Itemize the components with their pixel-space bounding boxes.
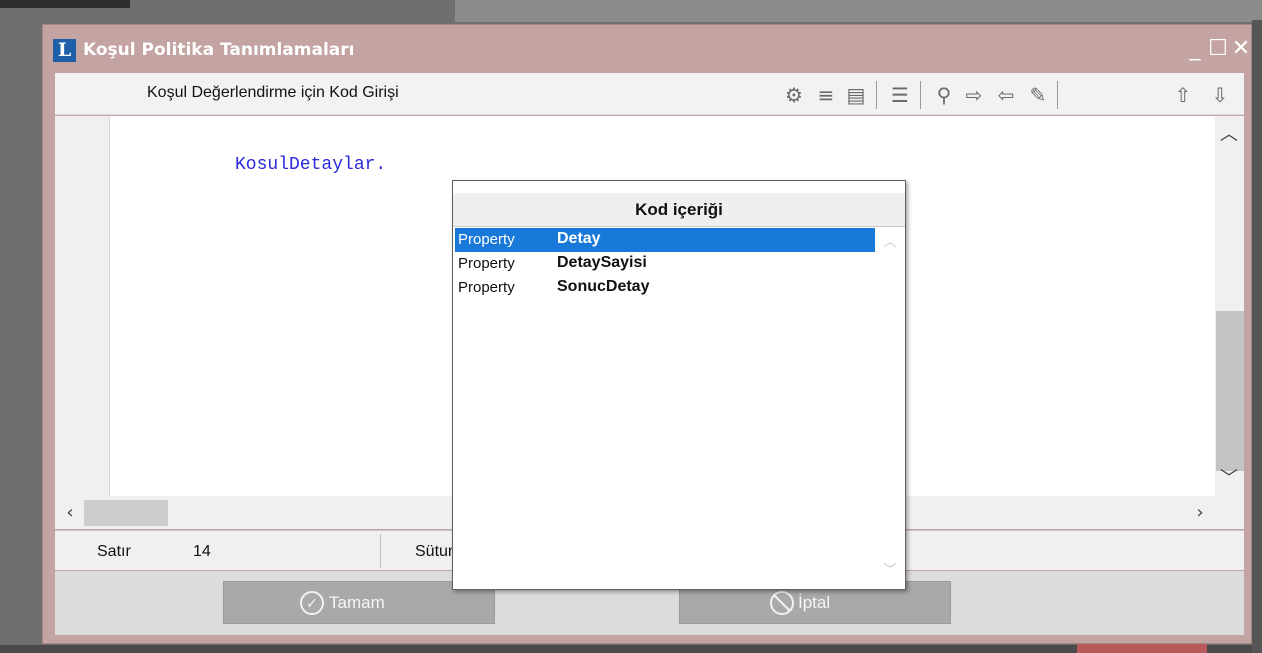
cancel-button-label: İptal <box>798 593 831 612</box>
edit-icon[interactable]: ✎ <box>1025 82 1051 108</box>
background-right-edge <box>1252 20 1262 653</box>
title-bar[interactable]: L Koşul Politika Tanımlamaları _ ☐ ✕ <box>43 25 1251 73</box>
layout-icon[interactable]: ☰ <box>887 82 913 108</box>
completion-kind: Property <box>458 255 515 272</box>
previous-icon[interactable]: ⇦ <box>993 82 1019 108</box>
status-divider <box>380 534 381 568</box>
scroll-left-icon[interactable]: ‹ <box>59 502 81 524</box>
popup-scroll-up-icon[interactable]: ︿ <box>881 234 899 252</box>
popup-title: Kod içeriği <box>453 193 905 227</box>
next-icon[interactable]: ⇨ <box>961 82 987 108</box>
row-label: Satır <box>97 543 131 560</box>
editor-header: Koşul Değerlendirme için Kod Girişi ⚙ ≡ … <box>55 73 1244 115</box>
completion-item[interactable]: Property DetaySayisi <box>455 252 875 276</box>
check-circle-icon: ✓ <box>300 591 324 615</box>
toolbar-separator <box>1057 81 1058 109</box>
search-icon[interactable]: ⚲ <box>931 82 957 108</box>
completion-name: SonucDetay <box>557 278 650 295</box>
completion-kind: Property <box>458 231 515 248</box>
completion-kind: Property <box>458 279 515 296</box>
download-icon[interactable]: ⇩ <box>1207 82 1233 108</box>
column-label: Sütun <box>415 543 457 560</box>
completion-name: DetaySayisi <box>557 254 647 271</box>
completion-list: Property Detay Property DetaySayisi Prop… <box>455 228 875 300</box>
background-window-edge <box>0 0 130 8</box>
background-taskbar-edge <box>0 645 1262 653</box>
ok-button-label: Tamam <box>329 593 385 612</box>
background-window-strip <box>455 0 1262 22</box>
list-icon[interactable]: ≡ <box>813 82 839 108</box>
code-completion-popup: Kod içeriği Property Detay Property Deta… <box>452 180 906 590</box>
editor-title: Koşul Değerlendirme için Kod Girişi <box>147 84 399 101</box>
row-value: 14 <box>193 543 211 560</box>
upload-icon[interactable]: ⇧ <box>1170 82 1196 108</box>
toolbar-separator <box>920 81 921 109</box>
completion-item[interactable]: Property SonucDetay <box>455 276 875 300</box>
vertical-scroll-thumb[interactable] <box>1216 311 1244 471</box>
completion-name: Detay <box>557 230 601 247</box>
scroll-up-icon[interactable]: ︿ <box>1218 124 1240 146</box>
completion-item[interactable]: Property Detay <box>455 228 875 252</box>
numbered-list-icon[interactable]: ▤ <box>843 82 869 108</box>
code-line[interactable]: KosulDetaylar. <box>235 155 386 175</box>
scroll-down-icon[interactable]: ﹀ <box>1218 468 1240 490</box>
popup-scrollbar[interactable]: ︿ ﹀ <box>875 228 905 588</box>
maximize-icon[interactable]: ☐ <box>1207 36 1229 62</box>
format-icon[interactable]: ⚙ <box>781 82 807 108</box>
line-number-gutter <box>55 116 110 496</box>
minimize-icon[interactable]: _ <box>1184 36 1206 62</box>
prohibit-icon <box>770 591 794 615</box>
scroll-right-icon[interactable]: › <box>1189 502 1211 524</box>
toolbar-separator <box>876 81 877 109</box>
popup-scroll-down-icon[interactable]: ﹀ <box>881 562 899 580</box>
app-logo-icon: L <box>53 39 76 62</box>
window-title: Koşul Politika Tanımlamaları <box>83 40 355 60</box>
horizontal-scroll-thumb[interactable] <box>84 500 168 526</box>
close-icon[interactable]: ✕ <box>1230 36 1252 62</box>
